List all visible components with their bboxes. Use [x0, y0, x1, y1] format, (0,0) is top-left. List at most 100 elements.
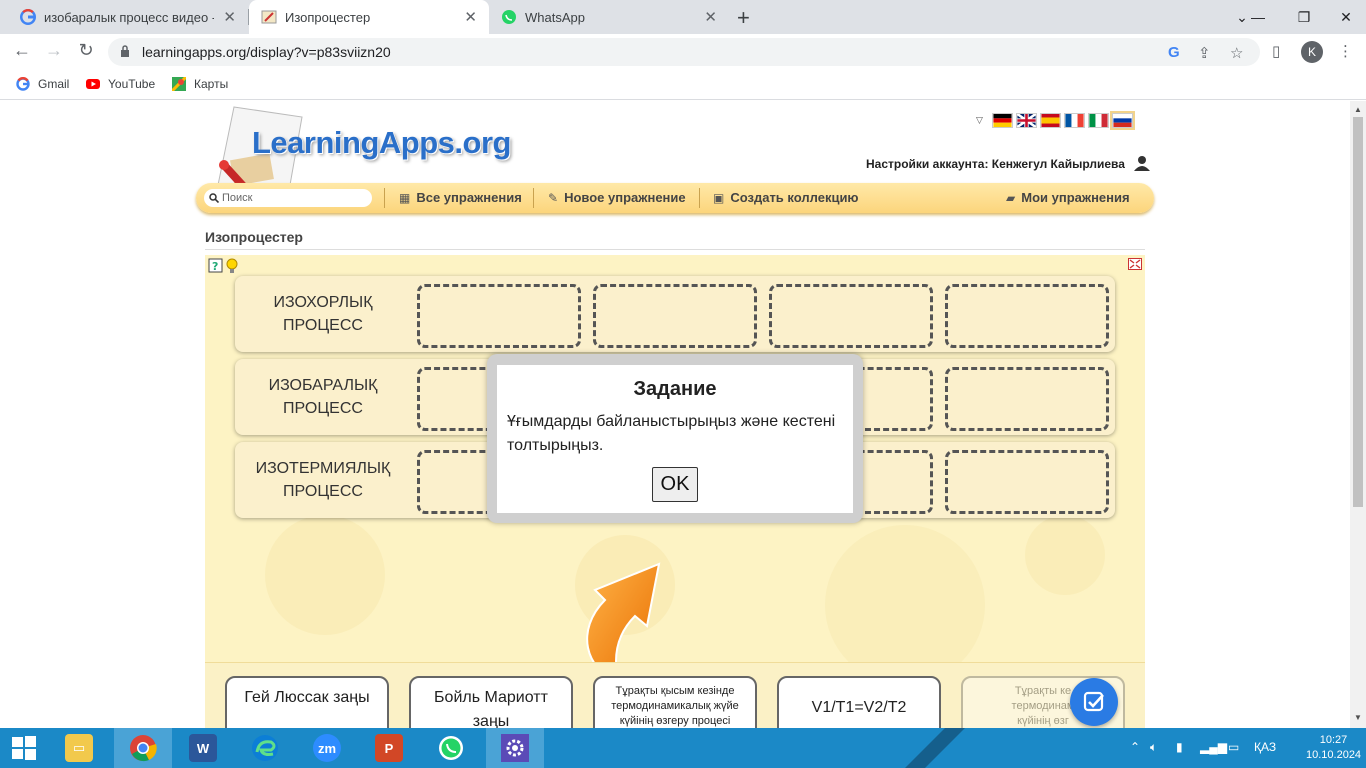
card-text: термодинам	[1011, 700, 1075, 712]
draggable-card[interactable]: Гей Люссак заңы	[225, 676, 389, 728]
card-text: Гей Люссак заңы	[244, 689, 370, 706]
drop-slot[interactable]	[945, 284, 1109, 348]
drop-slot[interactable]	[945, 367, 1109, 431]
taskbar-clock[interactable]: 10:27 10.10.2024	[1306, 733, 1361, 763]
tab-title: Изопроцестер	[285, 9, 371, 25]
flag-de-icon[interactable]	[991, 113, 1013, 128]
label-line: ПРОЦЕСС	[283, 400, 363, 417]
input-language[interactable]: ҚАЗ	[1254, 740, 1276, 754]
clock-date: 10.10.2024	[1306, 749, 1362, 761]
restore-icon[interactable]: ❐	[1284, 0, 1324, 34]
flag-fr-icon[interactable]	[1063, 113, 1085, 128]
taskbar-settings[interactable]	[486, 728, 544, 768]
nav-new-exercise[interactable]: ✎ Новое упражнение	[548, 190, 686, 205]
nav-create-collection[interactable]: ▣ Создать коллекцию	[713, 190, 859, 205]
forward-arrow-icon[interactable]: →	[42, 40, 66, 61]
search-input[interactable]: Поиск	[204, 189, 372, 207]
bookmark-maps[interactable]: Карты	[172, 77, 228, 91]
new-tab-plus-icon[interactable]: +	[737, 5, 750, 31]
task-dialog-body: Задание Ұғымдарды байланыстырыңыз және к…	[497, 365, 853, 513]
browser-toolbar: ← → ↻ learningapps.org/display?v=p83svii…	[0, 34, 1366, 70]
category-label: ИЗОБАРАЛЫҚ ПРОЦЕСС	[235, 359, 411, 435]
tab-whatsapp[interactable]: WhatsApp ✕	[489, 0, 729, 34]
card-text: Тұрақты ке	[1014, 685, 1072, 697]
taskbar-edge[interactable]	[236, 728, 294, 768]
close-icon[interactable]: ✕	[223, 8, 236, 26]
google-lens-icon[interactable]: G	[1168, 44, 1180, 61]
drop-slot[interactable]	[593, 284, 757, 348]
tab-google-search[interactable]: изобаралык процесс видео - По ✕	[8, 0, 248, 34]
notification-icon[interactable]: ▭	[1228, 740, 1239, 754]
back-arrow-icon[interactable]: ←	[10, 40, 34, 61]
taskbar-file-explorer[interactable]: ▭	[50, 728, 108, 768]
taskbar-word[interactable]: W	[174, 728, 232, 768]
taskbar-chrome[interactable]	[114, 728, 172, 768]
menu-kebab-icon[interactable]: ⋮	[1338, 42, 1353, 60]
help-icons: ?	[208, 258, 240, 274]
close-icon[interactable]: ✕	[704, 8, 717, 26]
bookmark-gmail[interactable]: Gmail	[16, 77, 69, 91]
checkbox-tick-icon	[1083, 691, 1104, 712]
nav-label: Мои упражнения	[1021, 190, 1130, 205]
drop-slot[interactable]	[945, 450, 1109, 514]
taskbar-powerpoint[interactable]: P	[360, 728, 418, 768]
bookmark-youtube[interactable]: YouTube	[86, 77, 155, 91]
check-answers-button[interactable]	[1070, 678, 1118, 726]
category-label: ИЗОТЕРМИЯЛЫҚ ПРОЦЕСС	[235, 442, 411, 518]
bookmark-label: Gmail	[38, 77, 70, 91]
account-settings-link[interactable]: Настройки аккаунта: Кенжегул Кайырлиева	[866, 157, 1125, 171]
bookmark-label: Карты	[194, 77, 229, 91]
tab-izoprocester[interactable]: Изопроцестер ✕	[249, 0, 489, 34]
hint-lightbulb-icon[interactable]	[224, 258, 240, 274]
nav-my-exercises[interactable]: ▰ Мои упражнения	[1006, 190, 1130, 205]
close-icon[interactable]: ✕	[464, 8, 477, 26]
drop-slot[interactable]	[417, 284, 581, 348]
profile-avatar[interactable]: K	[1301, 41, 1323, 63]
address-bar[interactable]: learningapps.org/display?v=p83sviizn20 G…	[108, 38, 1260, 66]
card-text: Бойль Мариотт	[434, 689, 548, 706]
sidebar-panel-icon[interactable]: ▯	[1272, 42, 1280, 60]
card-text: термодинамикалық жүйе	[611, 700, 739, 712]
scrollbar-thumb[interactable]	[1353, 117, 1363, 507]
reload-icon[interactable]: ↻	[74, 40, 98, 61]
folder-open-icon: ▰	[1006, 190, 1016, 205]
minimize-icon[interactable]: —	[1238, 0, 1278, 34]
help-question-icon[interactable]: ?	[208, 258, 224, 274]
tab-title: WhatsApp	[525, 9, 585, 25]
draggable-card[interactable]: V1/T1=V2/T2	[777, 676, 941, 728]
flag-it-icon[interactable]	[1087, 113, 1109, 128]
battery-icon[interactable]: ▮	[1176, 740, 1183, 754]
category-row-isochoric: ИЗОХОРЛЫҚ ПРОЦЕСС	[235, 276, 1115, 352]
nav-all-exercises[interactable]: ▦ Все упражнения	[399, 190, 522, 205]
flag-es-icon[interactable]	[1039, 113, 1061, 128]
dialog-title: Задание	[633, 378, 717, 400]
window-close-icon[interactable]: ✕	[1326, 0, 1366, 34]
flag-gb-icon[interactable]	[1015, 113, 1037, 128]
taskbar-whatsapp[interactable]	[422, 728, 480, 768]
draggable-card[interactable]: Бойль Мариотт заңы	[409, 676, 573, 728]
share-icon[interactable]: ⇪	[1198, 44, 1211, 62]
lock-icon	[121, 45, 129, 57]
clock-time: 10:27	[1319, 734, 1348, 746]
site-logo-text[interactable]: LearningApps.org	[252, 125, 511, 161]
taskbar-decoration	[905, 728, 965, 768]
ok-button[interactable]: OK	[652, 467, 698, 502]
nav-divider	[533, 188, 534, 208]
scroll-up-icon[interactable]: ▲	[1354, 105, 1362, 114]
fullscreen-icon[interactable]	[1128, 258, 1142, 270]
google-icon	[20, 9, 36, 25]
scroll-down-icon[interactable]: ▼	[1354, 713, 1362, 722]
taskbar-zoom[interactable]: zm	[298, 728, 356, 768]
drop-slot[interactable]	[769, 284, 933, 348]
user-icon[interactable]	[1134, 155, 1150, 171]
page-scrollbar[interactable]: ▲ ▼	[1350, 101, 1366, 728]
dropdown-triangle-icon[interactable]: ▽	[976, 115, 983, 126]
speaker-icon[interactable]: 🔈︎	[1150, 740, 1157, 755]
flag-ru-icon[interactable]	[1109, 111, 1135, 130]
bookmark-star-icon[interactable]: ☆	[1230, 44, 1243, 62]
network-signal-icon[interactable]: ▂▄▆	[1200, 740, 1227, 754]
draggable-card[interactable]: Тұрақты қысым кезінде термодинамикалық жү…	[593, 676, 757, 728]
nav-divider	[384, 188, 385, 208]
start-button[interactable]	[0, 728, 48, 768]
show-hidden-icons-icon[interactable]: ⌃	[1130, 740, 1140, 754]
